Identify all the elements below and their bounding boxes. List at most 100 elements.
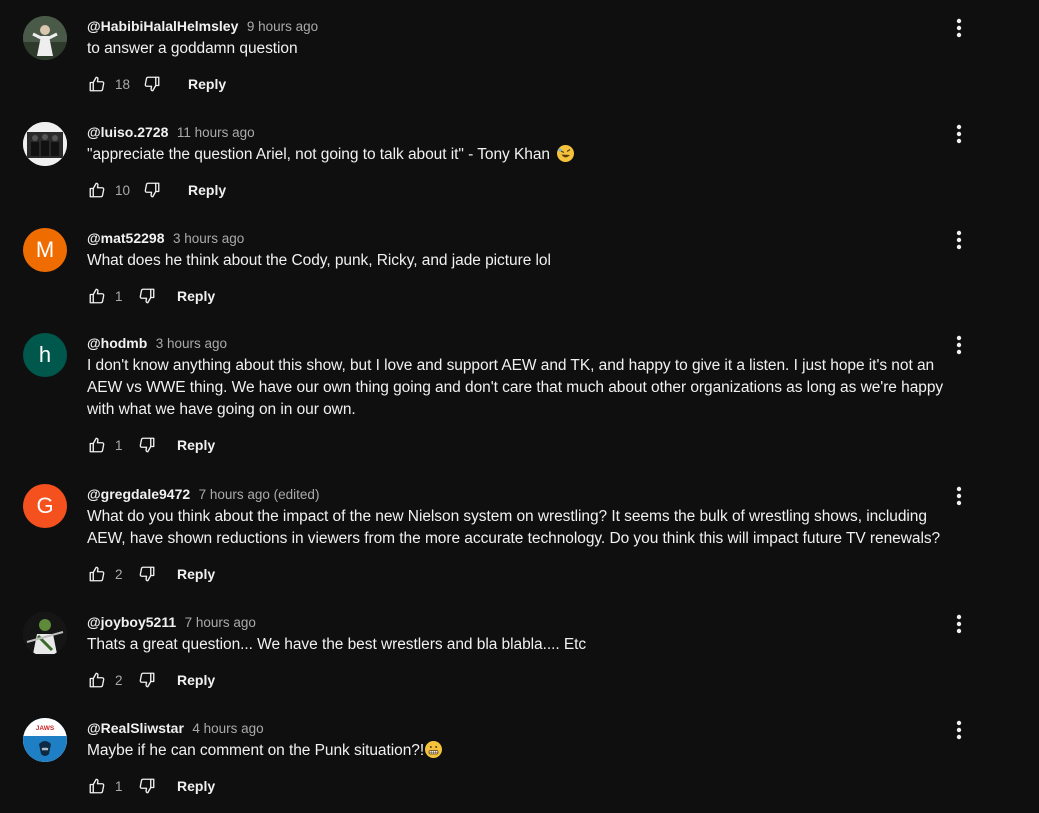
avatar[interactable]: JAWS [23,718,67,762]
dislike-button[interactable] [137,670,157,690]
comment-time[interactable]: 4 hours ago [192,721,263,736]
comment-actions: 1 Reply [87,431,957,459]
comment-text: Maybe if he can comment on the Punk situ… [87,740,957,762]
reply-button[interactable]: Reply [177,566,215,582]
avatar[interactable] [23,16,67,60]
comment-text: What does he think about the Cody, punk,… [87,250,957,272]
comment-header: @RealSliwstar 4 hours ago [87,718,957,738]
reply-button[interactable]: Reply [177,288,215,304]
comment-text: I don't know anything about this show, b… [87,355,957,421]
comment-author[interactable]: @joyboy5211 [87,614,176,630]
more-vertical-icon [956,486,962,506]
comment-author[interactable]: @hodmb [87,335,147,351]
comment-time[interactable]: 3 hours ago [173,231,244,246]
more-actions-button[interactable] [948,228,970,252]
like-button[interactable] [87,564,107,584]
comment-actions: 18 Reply [87,70,957,98]
more-vertical-icon [956,720,962,740]
dislike-button[interactable] [142,74,162,94]
comment-header: @hodmb 3 hours ago [87,333,957,353]
comment-header: @joyboy5211 7 hours ago [87,612,957,632]
comment-text: What do you think about the impact of th… [87,506,957,550]
dislike-button[interactable] [142,180,162,200]
more-actions-button[interactable] [948,122,970,146]
reply-button[interactable]: Reply [177,437,215,453]
more-actions-button[interactable] [948,612,970,636]
dislike-button[interactable] [137,776,157,796]
avatar[interactable]: M [23,228,67,272]
more-actions-button[interactable] [948,484,970,508]
comment-body: @joyboy5211 7 hours ago Thats a great qu… [87,612,957,694]
thumb-up-icon [89,288,105,304]
comments-list: @HabibiHalalHelmsley 9 hours ago to answ… [0,0,1039,813]
thumb-down-icon [139,566,155,582]
comment-header: @luiso.2728 11 hours ago [87,122,957,142]
comment-body: @RealSliwstar 4 hours ago Maybe if he ca… [87,718,957,800]
grimacing-emoji [425,741,443,758]
like-button[interactable] [87,776,107,796]
like-button[interactable] [87,435,107,455]
avatar-letter: h [38,342,52,367]
reply-button[interactable]: Reply [188,182,226,198]
thumb-down-icon [139,288,155,304]
comment-author[interactable]: @gregdale9472 [87,486,190,502]
comment-actions: 2 Reply [87,666,957,694]
comment-header: @mat52298 3 hours ago [87,228,957,248]
like-count: 1 [115,288,123,304]
more-vertical-icon [956,335,962,355]
avatar[interactable]: h [23,333,67,377]
more-vertical-icon [956,18,962,38]
comment-author[interactable]: @mat52298 [87,230,164,246]
photo-avatar-icon [23,612,67,656]
comment-body: @mat52298 3 hours ago What does he think… [87,228,957,310]
comment-time[interactable]: 7 hours ago [185,615,256,630]
more-actions-button[interactable] [948,333,970,357]
more-vertical-icon [956,124,962,144]
dislike-button[interactable] [137,435,157,455]
comment-actions: 2 Reply [87,560,957,588]
comment-text-content: "appreciate the question Ariel, not goin… [87,146,551,163]
more-actions-button[interactable] [948,16,970,40]
like-button[interactable] [87,180,107,200]
comment-text: to answer a goddamn question [87,38,957,60]
thumb-up-icon [89,566,105,582]
avatar-letter: M [35,237,55,262]
dislike-button[interactable] [137,564,157,584]
jaws-poster-avatar-icon: JAWS [23,718,67,762]
avatar[interactable] [23,122,67,166]
like-button[interactable] [87,74,107,94]
comment-time[interactable]: 3 hours ago [156,336,227,351]
like-count: 18 [115,76,131,92]
thumb-up-icon [89,437,105,453]
like-count: 1 [115,778,123,794]
comment-text-content: What do you think about the impact of th… [87,508,941,547]
rolling-on-floor-laughing-emoji [557,145,575,162]
dislike-button[interactable] [137,286,157,306]
avatar-letter: G [36,493,54,518]
reply-button[interactable]: Reply [188,76,226,92]
comment-author[interactable]: @HabibiHalalHelmsley [87,18,238,34]
thumb-up-icon [89,778,105,794]
thumb-up-icon [89,672,105,688]
comment-actions: 1 Reply [87,282,957,310]
comment-time[interactable]: 7 hours ago (edited) [199,487,320,502]
comment-time[interactable]: 11 hours ago [177,125,255,140]
comment-text-content: I don't know anything about this show, b… [87,357,944,418]
like-button[interactable] [87,286,107,306]
comment-body: @gregdale9472 7 hours ago (edited) What … [87,484,957,588]
avatar[interactable] [23,612,67,656]
like-count: 2 [115,566,123,582]
like-count: 10 [115,182,131,198]
photo-avatar-icon [23,16,67,60]
comment-time[interactable]: 9 hours ago [247,19,318,34]
more-actions-button[interactable] [948,718,970,742]
comment-author[interactable]: @luiso.2728 [87,124,168,140]
comment-text-content: Thats a great question... We have the be… [87,636,587,653]
reply-button[interactable]: Reply [177,672,215,688]
avatar[interactable]: G [23,484,67,528]
comment-author[interactable]: @RealSliwstar [87,720,184,736]
comment-actions: 1 Reply [87,772,957,800]
reply-button[interactable]: Reply [177,778,215,794]
like-button[interactable] [87,670,107,690]
photo-avatar-icon [23,122,67,166]
